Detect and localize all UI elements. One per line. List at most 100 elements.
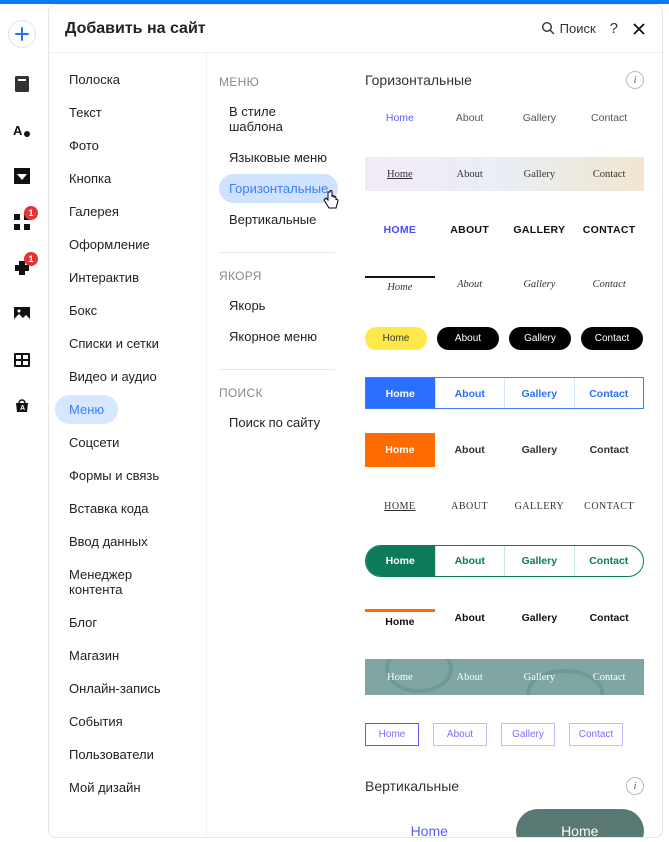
add-panel: Добавить на сайт Поиск ? Полоска Текст Фот… [48, 4, 663, 838]
menu-item-preview: Gallery [505, 378, 575, 408]
subcategory-item[interactable]: В стиле шаблона [219, 97, 343, 141]
subcategory-item[interactable]: Якорь [219, 291, 275, 320]
category-item[interactable]: Интерактив [55, 263, 153, 292]
category-item[interactable]: Списки и сетки [55, 329, 173, 358]
category-item[interactable]: Формы и связь [55, 461, 173, 490]
menu-item-preview: About [435, 279, 505, 290]
menu-item-preview: Contact [574, 169, 644, 180]
horizontal-menu-preview[interactable]: HomeAboutGalleryContact [365, 659, 644, 695]
category-item[interactable]: Фото [55, 131, 113, 160]
subcategory-item[interactable]: Горизонтальные [219, 174, 338, 203]
category-item[interactable]: Галерея [55, 197, 133, 226]
menu-item-preview: Gallery [505, 546, 575, 576]
menu-item-preview: Contact [581, 327, 643, 350]
menu-item-preview: Contact [574, 112, 644, 124]
subcategory-item[interactable]: Языковые меню [219, 143, 337, 172]
menu-item-preview: Gallery [505, 444, 575, 456]
horizontal-menu-preview[interactable]: HomeAboutGalleryContact [365, 719, 644, 749]
menu-item-preview: HOME [365, 224, 435, 236]
menu-item-preview: Home [366, 378, 436, 408]
subcategory-item[interactable]: Поиск по сайту [219, 408, 330, 437]
menu-item-preview: Home [365, 276, 435, 293]
category-item[interactable]: Видео и аудио [55, 362, 171, 391]
subcategory-item[interactable]: Вертикальные [219, 205, 326, 234]
category-item[interactable]: Текст [55, 98, 116, 127]
search-icon [541, 21, 556, 36]
category-item[interactable]: Оформление [55, 230, 164, 259]
close-button[interactable] [632, 22, 646, 36]
category-item[interactable]: Бокс [55, 296, 111, 325]
menu-item-preview: Contact [575, 546, 644, 576]
horizontal-menu-preview[interactable]: HomeAboutGalleryContact [365, 377, 644, 409]
category-item[interactable]: Вставка кода [55, 494, 163, 523]
category-item[interactable]: Ввод данных [55, 527, 162, 556]
subcategory-item[interactable]: Якорное меню [219, 322, 327, 351]
rail-apps-icon[interactable]: 1 [12, 212, 32, 232]
menu-item-preview: Gallery [505, 672, 575, 683]
category-item[interactable]: Магазин [55, 641, 133, 670]
subcategory-list: МЕНЮВ стиле шаблонаЯзыковые менюГоризонт… [207, 53, 347, 837]
svg-text:A: A [13, 123, 23, 138]
section-title-vertical: Вертикальные [365, 778, 626, 794]
menu-item-preview: About [435, 612, 505, 624]
horizontal-menu-preview[interactable]: HomeAboutGalleryContact [365, 601, 644, 635]
category-item[interactable]: Блог [55, 608, 111, 637]
category-item[interactable]: Кнопка [55, 164, 125, 193]
vertical-menu-preview[interactable]: Home [516, 809, 645, 837]
menu-item-preview: Home [365, 723, 419, 746]
horizontal-menu-preview[interactable]: HomeAboutGalleryContact [365, 433, 644, 467]
menu-item-preview: HOME [365, 501, 435, 512]
rail-badge: 1 [24, 252, 38, 266]
horizontal-menu-preview[interactable]: HomeAboutGalleryContact [365, 545, 644, 577]
category-item[interactable]: Полоска [55, 65, 134, 94]
section-title-horizontal: Горизонтальные [365, 72, 626, 88]
rail-media-icon[interactable] [12, 304, 32, 324]
rail-data-icon[interactable] [12, 350, 32, 370]
subgroup-label: ПОИСК [219, 386, 343, 400]
menu-item-preview: Home [365, 327, 427, 350]
menu-item-preview: Home [365, 169, 435, 180]
menu-item-preview: Home [365, 433, 435, 467]
menu-item-preview: Home [366, 546, 436, 576]
menu-item-preview: Contact [574, 672, 644, 683]
rail-pages-icon[interactable] [12, 74, 32, 94]
category-item[interactable]: Мой дизайн [55, 773, 155, 802]
horizontal-menu-preview[interactable]: HomeAboutGalleryContact [365, 323, 644, 353]
category-item[interactable]: Меню [55, 395, 118, 424]
rail-add-button[interactable] [8, 20, 36, 48]
horizontal-menu-preview[interactable]: HomeAboutGalleryContact [365, 157, 644, 191]
help-button[interactable]: ? [610, 20, 618, 37]
vertical-menu-preview[interactable]: Home [365, 809, 494, 837]
panel-title: Добавить на сайт [65, 20, 541, 38]
menu-item-preview: Home [365, 112, 435, 124]
menu-item-preview: Contact [574, 444, 644, 456]
menu-item-preview: Contact [574, 612, 644, 624]
category-item[interactable]: Онлайн-запись [55, 674, 175, 703]
menu-item-preview: GALLERY [505, 224, 575, 236]
horizontal-menu-preview[interactable]: HomeAboutGalleryContact [365, 103, 644, 133]
menu-item-preview: GALLERY [505, 501, 575, 512]
search-button[interactable]: Поиск [541, 21, 596, 36]
menu-item-preview: About [436, 546, 506, 576]
menu-item-preview: Home [365, 609, 435, 628]
menu-item-preview: About [435, 444, 505, 456]
info-icon[interactable]: i [626, 777, 644, 795]
category-item[interactable]: События [55, 707, 137, 736]
rail-crop-icon[interactable] [12, 166, 32, 186]
category-item[interactable]: Менеджер контента [55, 560, 200, 604]
rail-store-icon[interactable]: A [12, 396, 32, 416]
horizontal-menu-preview[interactable]: HOMEABOUTGALLERYCONTACT [365, 491, 644, 521]
menu-item-preview: Gallery [505, 279, 575, 290]
rail-extensions-icon[interactable]: 1 [12, 258, 32, 278]
menu-item-preview: About [435, 169, 505, 180]
preview-area: Горизонтальные i HomeAboutGalleryContact… [347, 53, 662, 837]
horizontal-menu-preview[interactable]: HOMEABOUTGALLERYCONTACT [365, 215, 644, 245]
category-list: Полоска Текст Фото Кнопка Галерея Оформление И… [49, 53, 207, 837]
rail-text-icon[interactable]: A [12, 120, 32, 140]
menu-item-preview: Gallery [505, 612, 575, 624]
horizontal-menu-preview[interactable]: HomeAboutGalleryContact [365, 269, 644, 299]
category-item[interactable]: Пользователи [55, 740, 168, 769]
info-icon[interactable]: i [626, 71, 644, 89]
menu-item-preview: Gallery [509, 327, 571, 350]
category-item[interactable]: Соцсети [55, 428, 133, 457]
